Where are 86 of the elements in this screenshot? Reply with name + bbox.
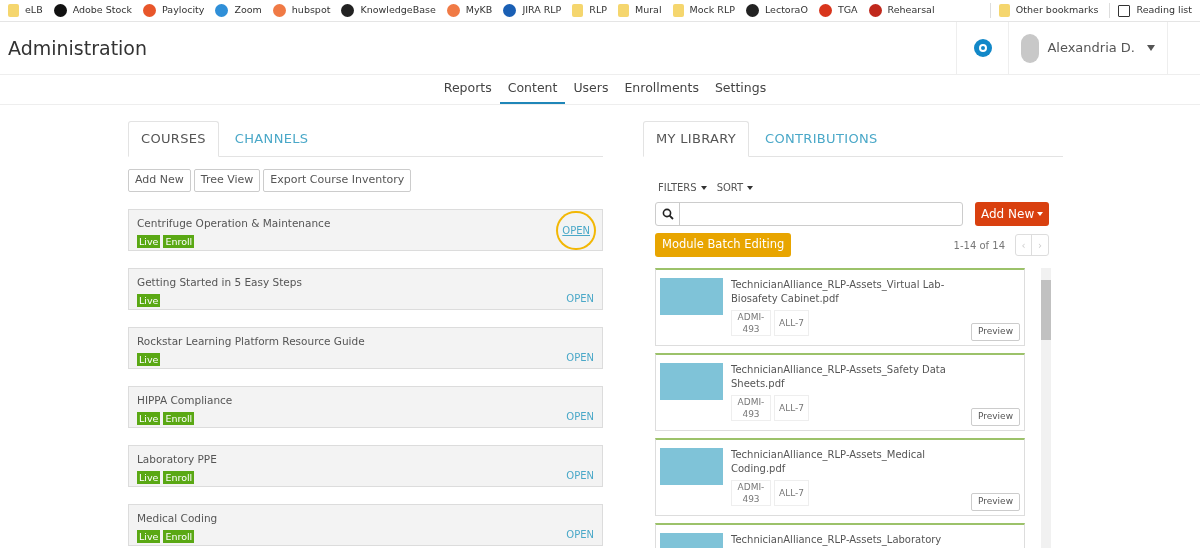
status-badge: Live xyxy=(137,234,161,248)
folder-icon xyxy=(8,4,19,17)
file-name: TechnicianAlliance_RLP-Assets_Medical Coding.pdf xyxy=(731,448,927,476)
tag: ADMI-493 xyxy=(731,395,771,421)
scrollbar[interactable] xyxy=(1041,268,1051,548)
toolbar-button[interactable]: Tree View xyxy=(193,169,261,192)
bookmark-link[interactable]: Paylocity xyxy=(162,3,205,18)
site-icon xyxy=(818,4,832,17)
folder-icon xyxy=(617,4,629,17)
site-icon xyxy=(53,4,67,17)
status-badge: Enroll xyxy=(163,529,195,543)
bookmark-link[interactable]: eLB xyxy=(25,3,43,18)
nav-tab[interactable]: Settings xyxy=(706,75,775,104)
bookmark-link[interactable]: Rehearsal xyxy=(887,3,935,18)
bookmark-link[interactable]: TGA xyxy=(837,3,858,18)
nav-tab[interactable]: Enrollments xyxy=(616,75,707,104)
file-name: TechnicianAlliance_RLP-Assets_Safety Data Sheets.pdf xyxy=(731,363,947,391)
bookmark-link[interactable]: JIRA RLP xyxy=(522,3,562,18)
nav-tab[interactable]: Reports xyxy=(435,75,500,104)
bookmark-link[interactable]: Mock RLP xyxy=(689,3,735,18)
thumbnail-placeholder xyxy=(660,278,723,315)
folder-icon xyxy=(572,4,584,17)
course-title: Getting Started in 5 Easy Steps xyxy=(137,275,302,290)
page-title: Administration xyxy=(7,35,149,61)
avatar-icon xyxy=(1021,33,1040,63)
tag: ADMI-493 xyxy=(731,310,771,336)
bookmark-link[interactable]: Reading list xyxy=(1136,3,1192,18)
course-title: Rockstar Learning Platform Resource Guide xyxy=(137,334,365,349)
course-title: Medical Coding xyxy=(137,511,218,526)
bookmark-link[interactable]: KnowledgeBase xyxy=(360,3,436,18)
nav-tab[interactable]: Content xyxy=(499,75,566,104)
tag: ADMI-493 xyxy=(731,480,771,506)
list-icon xyxy=(1118,4,1131,17)
course-title: Laboratory PPE xyxy=(137,452,217,467)
tag: ALL-7 xyxy=(774,310,809,336)
site-icon xyxy=(446,4,460,17)
site-icon xyxy=(341,4,355,17)
bookmark-link[interactable]: LectoraO xyxy=(764,3,808,18)
tab[interactable]: COURSES xyxy=(128,121,219,157)
preview-button[interactable]: Preview xyxy=(970,323,1020,341)
search-field[interactable] xyxy=(655,202,963,226)
tab[interactable]: MY LIBRARY xyxy=(643,121,750,157)
help-icon[interactable] xyxy=(973,39,992,57)
bookmark-link[interactable]: Zoom xyxy=(234,3,262,18)
thumbnail-placeholder xyxy=(660,363,723,400)
search-icon xyxy=(661,208,674,220)
status-badge: Live xyxy=(137,470,161,484)
toolbar-button[interactable]: Add New xyxy=(128,169,191,192)
site-icon xyxy=(745,4,759,17)
bookmark-link[interactable]: RLP xyxy=(589,3,607,18)
site-icon xyxy=(503,4,517,17)
site-icon xyxy=(272,4,286,17)
caret-icon[interactable] xyxy=(1147,45,1155,51)
add-new-button[interactable]: Add New xyxy=(975,202,1050,226)
dropdown-button[interactable]: FILTERS xyxy=(658,180,707,195)
bookmark-link[interactable]: Mural xyxy=(634,3,662,18)
tag: ALL-7 xyxy=(774,395,809,421)
course-title: HIPPA Compliance xyxy=(137,393,233,408)
user-name[interactable]: Alexandria D. xyxy=(1047,38,1135,58)
tag: ALL-7 xyxy=(774,480,809,506)
thumbnail-placeholder xyxy=(660,448,723,485)
course-title: Centrifuge Operation & Maintenance xyxy=(137,216,331,231)
status-badge: Enroll xyxy=(163,234,195,248)
site-icon xyxy=(868,4,882,17)
preview-button[interactable]: Preview xyxy=(970,408,1020,426)
folder-icon xyxy=(998,4,1010,17)
dropdown-button[interactable]: SORT xyxy=(716,180,754,195)
folder-icon xyxy=(672,4,684,17)
preview-button[interactable]: Preview xyxy=(970,493,1020,511)
status-badge: Live xyxy=(137,411,161,425)
status-badge: Live xyxy=(137,529,161,543)
bookmark-link[interactable]: MyKB xyxy=(465,3,493,18)
status-badge: Enroll xyxy=(163,470,195,484)
status-badge: Live xyxy=(137,293,161,307)
toolbar-button[interactable]: Export Course Inventory xyxy=(263,169,412,192)
status-badge: Live xyxy=(137,352,161,366)
bookmark-link[interactable]: hubspot xyxy=(291,3,331,18)
file-name: TechnicianAlliance_RLP-Assets_Laboratory xyxy=(731,533,943,547)
pagination-label: 1-14 of 14 xyxy=(953,238,1005,253)
nav-tab[interactable]: Users xyxy=(565,75,617,104)
bookmark-link[interactable]: Other bookmarks xyxy=(1015,3,1099,18)
site-icon xyxy=(215,4,229,17)
site-icon xyxy=(143,4,157,17)
bookmark-link[interactable]: Adobe Stock xyxy=(72,3,133,18)
status-badge: Enroll xyxy=(163,411,195,425)
file-name: TechnicianAlliance_RLP-Assets_Virtual Lab-Biosafety Cabinet.pdf xyxy=(731,278,946,306)
